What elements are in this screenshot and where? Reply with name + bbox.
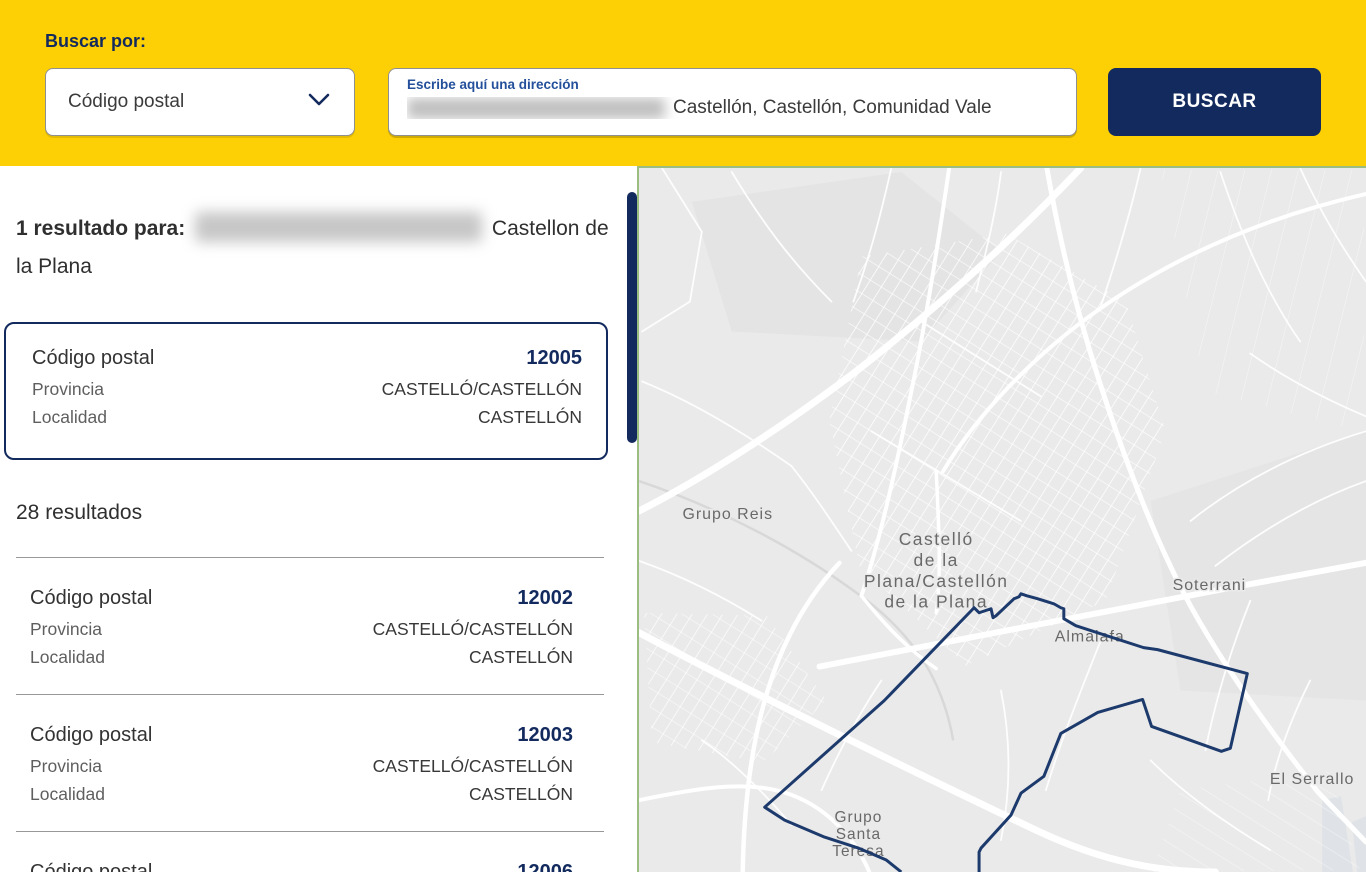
redacted-address-segment <box>407 97 665 119</box>
postal-code-value: 12002 <box>517 587 573 609</box>
map-label-city-line3: Plana/Castellón <box>864 571 1009 591</box>
results-count: 28 resultados <box>16 501 143 524</box>
map-label-el-serrallo: El Serrallo <box>1270 771 1355 788</box>
postal-code-value: 12005 <box>526 347 582 369</box>
province-value: CASTELLÓ/CASTELLÓN <box>372 756 573 776</box>
search-by-label: Buscar por: <box>45 31 147 51</box>
map-label-city-line2: de la <box>914 550 959 570</box>
content-area: 1 resultado para: Castellon de la Plana … <box>0 166 1366 872</box>
search-type-selected: Código postal <box>68 91 185 112</box>
redacted-query-segment <box>195 212 483 243</box>
locality-label: Localidad <box>30 647 105 667</box>
map-label-grupo-reis: Grupo Reis <box>682 506 773 523</box>
locality-label: Localidad <box>32 407 107 427</box>
postal-code-label: Código postal <box>32 347 155 369</box>
results-panel: 1 resultado para: Castellon de la Plana … <box>0 166 637 872</box>
map-canvas: Grupo Reis Castelló de la Plana/Castelló… <box>639 168 1366 872</box>
postal-code-label: Código postal <box>30 587 153 609</box>
address-input[interactable]: Escribe aquí una dirección Castellón, Ca… <box>388 68 1077 136</box>
map-label-santa-teresa-line1: Grupo <box>834 809 882 826</box>
map-label-soterrani: Soterrani <box>1173 577 1247 594</box>
address-input-label: Escribe aquí una dirección <box>407 77 579 92</box>
province-value: CASTELLÓ/CASTELLÓN <box>372 619 573 639</box>
postal-code-label: Código postal <box>30 724 153 746</box>
map-label-santa-teresa-line2: Santa <box>836 826 881 843</box>
postal-code-value: 12006 <box>517 861 573 872</box>
map-label-city-line1: Castelló <box>899 529 974 549</box>
address-input-value: Castellón, Castellón, Comunidad Vale <box>407 97 1062 119</box>
search-header-bar: Buscar por: Código postal Escribe aquí u… <box>0 0 1366 166</box>
results-header: 1 resultado para: Castellon de la Plana <box>16 210 623 286</box>
locality-value: CASTELLÓN <box>477 407 582 427</box>
chevron-down-icon <box>308 93 330 111</box>
postal-code-value: 12003 <box>517 724 573 746</box>
locality-label: Localidad <box>30 784 105 804</box>
result-item-12002[interactable]: Código postal 12002 Provincia CASTELLÓ/C… <box>0 558 637 694</box>
selected-result-card[interactable]: Código postal 12005 Provincia CASTELLÓ/C… <box>4 322 608 460</box>
search-button[interactable]: BUSCAR <box>1108 68 1321 136</box>
postal-code-label: Código postal <box>30 861 153 872</box>
locality-value: CASTELLÓN <box>468 784 573 804</box>
province-label: Provincia <box>32 379 104 399</box>
result-item-12006[interactable]: Código postal 12006 <box>0 832 637 872</box>
results-scrollbar-thumb[interactable] <box>627 192 637 443</box>
province-label: Provincia <box>30 619 102 639</box>
map-panel[interactable]: Grupo Reis Castelló de la Plana/Castelló… <box>637 166 1366 872</box>
address-visible-text: Castellón, Castellón, Comunidad Vale <box>673 97 992 118</box>
result-item-12003[interactable]: Código postal 12003 Provincia CASTELLÓ/C… <box>0 695 637 831</box>
results-header-count: 1 resultado para: <box>16 217 186 240</box>
locality-value: CASTELLÓN <box>468 647 573 667</box>
search-type-dropdown[interactable]: Código postal <box>45 68 355 136</box>
province-value: CASTELLÓ/CASTELLÓN <box>381 379 582 399</box>
province-label: Provincia <box>30 756 102 776</box>
